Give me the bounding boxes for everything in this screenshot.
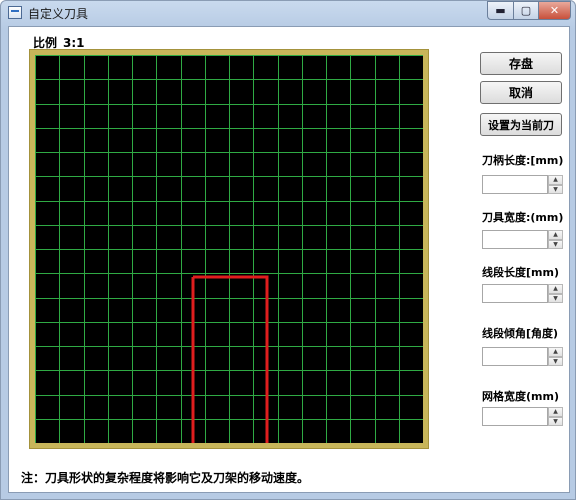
scale-label: 比例: [33, 36, 58, 50]
spin-down-icon[interactable]: ▼: [548, 356, 563, 366]
tool-width-label: 刀具宽度:(mm): [482, 211, 564, 224]
grid-width-spinner[interactable]: ▲ ▼: [482, 407, 563, 426]
spin-up-icon[interactable]: ▲: [548, 347, 563, 357]
tool-drawing-canvas[interactable]: [35, 55, 423, 443]
close-button[interactable]: ✕: [538, 1, 571, 20]
segment-angle-label: 线段倾角[角度): [482, 327, 559, 340]
title-bar: 自定义刀具 ▬ ▢ ✕: [1, 1, 575, 25]
shank-length-spinner[interactable]: ▲ ▼: [482, 175, 563, 194]
set-current-tool-button[interactable]: 设置为当前刀: [480, 113, 562, 136]
close-icon: ✕: [549, 4, 560, 17]
shank-length-input[interactable]: [482, 175, 548, 194]
grid-svg: [35, 55, 423, 443]
grid-width-label: 网格宽度(mm): [482, 390, 559, 403]
grid-width-input[interactable]: [482, 407, 548, 426]
maximize-button[interactable]: ▢: [513, 1, 539, 20]
window-title: 自定义刀具: [28, 7, 89, 21]
spin-down-icon[interactable]: ▼: [548, 184, 563, 194]
cancel-button[interactable]: 取消: [480, 81, 562, 104]
dialog-client: 比例 3:1 存盘 取消 设置为当前刀 刀柄长度:[mm) ▲ ▼ 刀具宽度:(mm…: [8, 26, 570, 493]
segment-angle-spinner[interactable]: ▲ ▼: [482, 347, 563, 366]
dialog-window: 自定义刀具 ▬ ▢ ✕ 比例 3:1 存盘 取消 设置为当前刀 刀柄长度:[mm)…: [0, 0, 576, 500]
spin-down-icon[interactable]: ▼: [548, 239, 563, 249]
grid-lines: [35, 55, 423, 443]
segment-angle-input[interactable]: [482, 347, 548, 366]
shank-length-label: 刀柄长度:[mm): [482, 154, 564, 167]
maximize-icon: ▢: [520, 4, 532, 17]
tool-width-input[interactable]: [482, 230, 548, 249]
spin-down-icon[interactable]: ▼: [548, 293, 563, 303]
segment-length-spinner[interactable]: ▲ ▼: [482, 284, 563, 303]
canvas-frame: [29, 49, 429, 449]
segment-length-input[interactable]: [482, 284, 548, 303]
spin-up-icon[interactable]: ▲: [548, 230, 563, 240]
tool-width-spinner[interactable]: ▲ ▼: [482, 230, 563, 249]
segment-length-label: 线段长度[mm): [482, 266, 559, 279]
scale-value: 3:1: [63, 36, 85, 50]
spin-down-icon[interactable]: ▼: [548, 416, 563, 426]
spin-up-icon[interactable]: ▲: [548, 175, 563, 185]
footer-note: 注：刀具形状的复杂程度将影响它及刀架的移动速度。: [21, 471, 310, 485]
minimize-button[interactable]: ▬: [487, 1, 514, 20]
app-icon: [8, 6, 22, 19]
spin-up-icon[interactable]: ▲: [548, 284, 563, 294]
spin-up-icon[interactable]: ▲: [548, 407, 563, 417]
save-button[interactable]: 存盘: [480, 52, 562, 75]
minimize-icon: ▬: [495, 4, 506, 17]
